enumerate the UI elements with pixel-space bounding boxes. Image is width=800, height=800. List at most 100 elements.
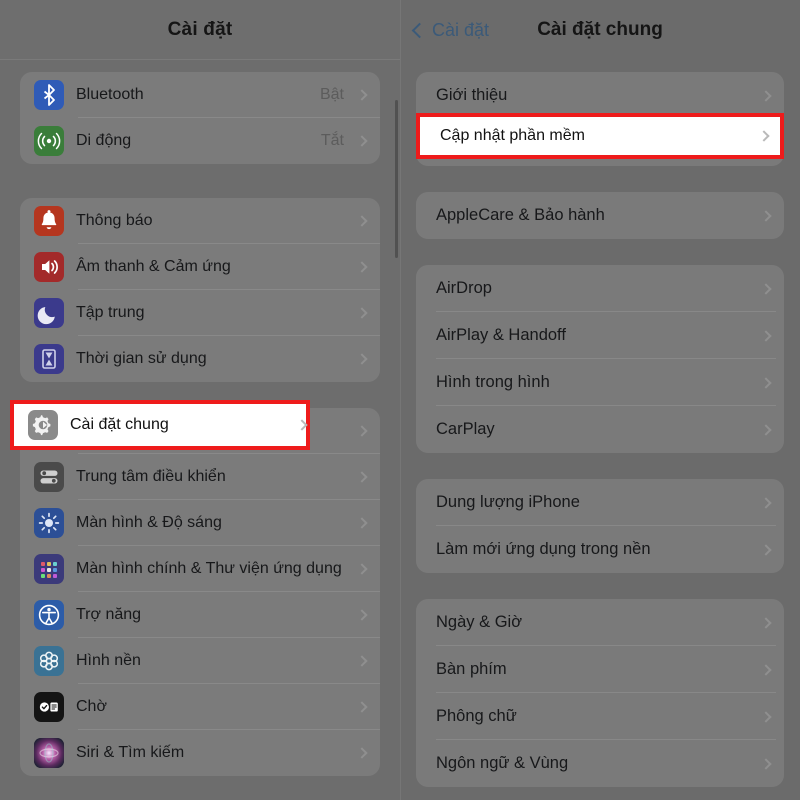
list-item[interactable]: Màn hình & Độ sáng xyxy=(20,500,380,546)
settings-group-notifications: Thông báo Âm thanh & Cảm ứng Tập trung Thời… xyxy=(20,198,380,382)
back-button[interactable]: Cài đặt xyxy=(411,0,490,60)
list-item[interactable]: AirPlay & Handoff xyxy=(416,312,784,359)
group-gap xyxy=(20,776,380,800)
chevron-right-icon xyxy=(760,423,772,436)
list-item-label: Làm mới ứng dụng trong nền xyxy=(436,540,651,559)
chevron-right-icon xyxy=(356,307,368,319)
highlighted-row-general-settings[interactable]: Cài đặt chung xyxy=(10,400,310,450)
chevron-right-icon xyxy=(760,663,772,676)
list-item[interactable]: Thời gian sử dụng xyxy=(20,336,380,382)
list-item[interactable]: Âm thanh & Cảm ứng xyxy=(20,244,380,290)
chevron-right-icon xyxy=(356,563,368,575)
list-item-label: AppleCare & Bảo hành xyxy=(436,206,605,225)
chevron-right-icon xyxy=(356,215,368,227)
list-item[interactable]: Trợ năng xyxy=(20,592,380,638)
list-item-label: Di động xyxy=(76,132,132,150)
siri-icon xyxy=(34,738,64,768)
group-gap xyxy=(416,239,784,265)
list-item-label: Ngày & Giờ xyxy=(436,613,523,632)
control-center-icon xyxy=(34,462,64,492)
general-group-storage: Dung lượng iPhone Làm mới ứng dụng trong … xyxy=(416,479,784,573)
general-group-sharing: AirDrop AirPlay & Handoff Hình trong hình C… xyxy=(416,265,784,453)
bluetooth-icon xyxy=(34,80,64,110)
chevron-right-icon xyxy=(758,130,770,142)
chevron-right-icon xyxy=(356,655,368,667)
list-item-label: Tập trung xyxy=(76,304,145,322)
standby-icon xyxy=(34,692,64,722)
brightness-icon xyxy=(34,508,64,538)
list-item[interactable]: Bàn phím xyxy=(416,646,784,693)
group-gap xyxy=(20,164,380,198)
list-item-label: AirPlay & Handoff xyxy=(436,326,566,345)
list-item[interactable]: Hình nền xyxy=(20,638,380,684)
list-item[interactable]: Bluetooth Bật xyxy=(20,72,380,118)
list-item-label: AirDrop xyxy=(436,279,492,298)
list-item[interactable]: Ngôn ngữ & Vùng xyxy=(416,740,784,787)
list-item-label: Chờ xyxy=(76,698,107,716)
list-item-label: Ngôn ngữ & Vùng xyxy=(436,754,569,773)
list-item[interactable]: Dung lượng iPhone xyxy=(416,479,784,526)
list-item[interactable]: AirDrop xyxy=(416,265,784,312)
list-item[interactable]: Siri & Tìm kiếm xyxy=(20,730,380,776)
speaker-icon xyxy=(34,252,64,282)
chevron-right-icon xyxy=(356,89,368,101)
wallpaper-icon xyxy=(34,646,64,676)
list-item-label: Phông chữ xyxy=(436,707,517,726)
list-item-value: Bật xyxy=(319,86,344,103)
chevron-right-icon xyxy=(760,710,772,723)
group-gap xyxy=(416,573,784,599)
list-item-label: Thời gian sử dụng xyxy=(76,350,207,368)
group-gap xyxy=(416,453,784,479)
chevron-right-icon xyxy=(356,517,368,529)
app-grid-icon xyxy=(34,554,64,584)
list-item[interactable]: Giới thiệu xyxy=(416,72,784,119)
settings-group-connectivity: Bluetooth Bật Di động Tắt xyxy=(20,72,380,164)
general-group-locale: Ngày & Giờ Bàn phím Phông chữ Ngôn ngữ & Vù… xyxy=(416,599,784,787)
left-nav-header: Cài đặt xyxy=(0,0,400,60)
list-item[interactable]: Ngày & Giờ xyxy=(416,599,784,646)
list-item-value: Tắt xyxy=(320,132,344,149)
chevron-right-icon xyxy=(760,376,772,389)
list-item-label: CarPlay xyxy=(436,420,495,439)
right-scroll-body[interactable]: Giới thiệu Cập nhật phần mềm AppleCare & B… xyxy=(400,60,800,800)
general-group-applecare: AppleCare & Bảo hành xyxy=(416,192,784,239)
list-item[interactable]: Tập trung xyxy=(20,290,380,336)
list-item[interactable]: Trung tâm điều khiển xyxy=(20,454,380,500)
chevron-right-icon xyxy=(760,89,772,102)
list-item[interactable]: Màn hình chính & Thư viện ứng dụng xyxy=(20,546,380,592)
screenshot-root: Cài đặt Bluetooth Bật Di động Tắt Thông báo Â… xyxy=(0,0,800,800)
list-item-label: Siri & Tìm kiếm xyxy=(76,744,185,762)
list-item[interactable]: Chờ xyxy=(20,684,380,730)
page-title: Cài đặt xyxy=(167,18,233,40)
list-item-label: Thông báo xyxy=(76,212,153,230)
list-item-label: Hình nền xyxy=(76,652,141,670)
chevron-right-icon xyxy=(760,543,772,556)
chevron-right-icon xyxy=(296,419,308,431)
highlighted-row-label: Cập nhật phần mềm xyxy=(440,127,585,145)
chevron-right-icon xyxy=(356,135,368,147)
list-item[interactable]: Phông chữ xyxy=(416,693,784,740)
list-item-label: Bluetooth xyxy=(76,86,144,104)
back-button-label: Cài đặt xyxy=(432,19,490,40)
chevron-right-icon xyxy=(760,496,772,509)
list-item[interactable]: Làm mới ứng dụng trong nền xyxy=(416,526,784,573)
list-item[interactable]: Thông báo xyxy=(20,198,380,244)
chevron-right-icon xyxy=(356,261,368,273)
chevron-right-icon xyxy=(760,209,772,222)
left-scrollbar[interactable] xyxy=(395,100,398,258)
chevron-right-icon xyxy=(760,329,772,342)
chevron-right-icon xyxy=(356,425,368,437)
list-item-label: Hình trong hình xyxy=(436,373,550,392)
list-item-label: Màn hình chính & Thư viện ứng dụng xyxy=(76,560,342,578)
right-page-title: Cài đặt chung xyxy=(537,19,663,40)
accessibility-icon xyxy=(34,600,64,630)
list-item[interactable]: CarPlay xyxy=(416,406,784,453)
list-item[interactable]: Di động Tắt xyxy=(20,118,380,164)
settings-group-system: Cài đặt chung Trung tâm điều khiển Màn hìn… xyxy=(20,408,380,776)
list-item-label: Bàn phím xyxy=(436,660,507,679)
list-item-label: Giới thiệu xyxy=(436,86,508,105)
chevron-right-icon xyxy=(760,757,772,770)
highlighted-row-software-update[interactable]: Cập nhật phần mềm xyxy=(416,113,784,159)
list-item[interactable]: Hình trong hình xyxy=(416,359,784,406)
list-item[interactable]: AppleCare & Bảo hành xyxy=(416,192,784,239)
